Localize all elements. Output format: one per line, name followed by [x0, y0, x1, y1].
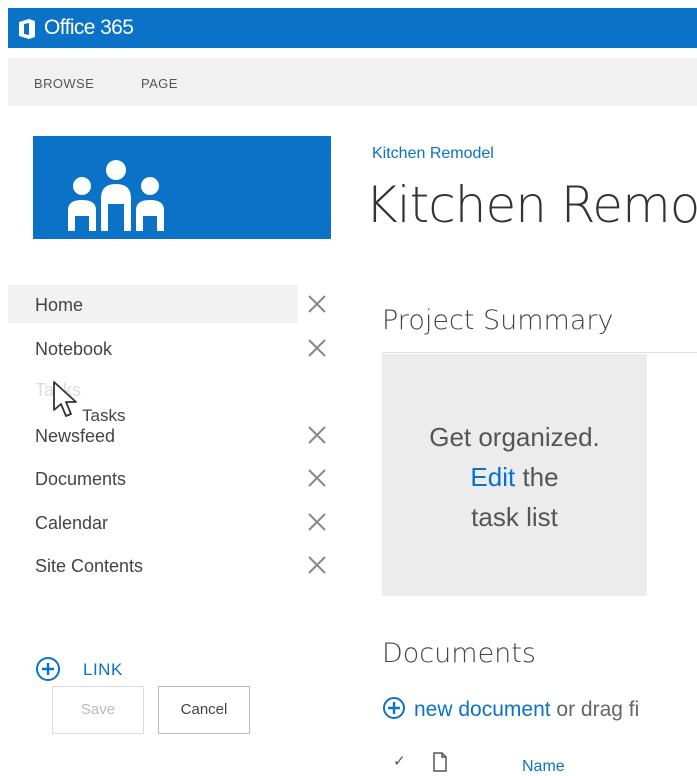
breadcrumb[interactable]: Kitchen Remodel — [372, 145, 494, 163]
select-all-check-icon[interactable]: ✓ — [393, 752, 406, 770]
remove-home-icon[interactable] — [305, 292, 329, 316]
office-logo-icon[interactable] — [16, 18, 38, 40]
site-logo[interactable] — [33, 136, 331, 239]
nav-item-home[interactable]: Home — [8, 285, 298, 323]
add-circle-icon[interactable] — [382, 696, 406, 720]
mouse-cursor-icon — [53, 381, 77, 417]
nav-item-site-contents[interactable]: Site Contents — [8, 546, 298, 584]
add-circle-icon — [36, 657, 60, 681]
app-title[interactable]: Office 365 — [44, 16, 134, 40]
add-link-label: LINK — [83, 660, 123, 679]
new-document-link[interactable]: new document — [414, 698, 551, 721]
nav-item-newsfeed[interactable]: Newsfeed — [8, 416, 298, 454]
remove-notebook-icon[interactable] — [305, 336, 329, 360]
nav-item-label: Notebook — [35, 339, 113, 359]
nav-item-notebook[interactable]: Notebook — [8, 329, 298, 367]
summary-line-1: Get organized. — [429, 422, 600, 452]
summary-the-text: the — [515, 462, 559, 492]
suite-bar: Office 365 — [8, 8, 697, 48]
people-group-icon — [68, 160, 164, 231]
nav-item-label: Site Contents — [35, 556, 144, 576]
nav-item-label: Calendar — [35, 513, 109, 533]
summary-line-2: Edit the — [382, 462, 647, 493]
document-type-icon — [433, 752, 447, 772]
tab-browse[interactable]: BROWSE — [34, 76, 94, 91]
remove-newsfeed-icon[interactable] — [305, 423, 329, 447]
page-title: Kitchen Remo — [365, 176, 697, 234]
column-header-name[interactable]: Name — [522, 758, 565, 776]
tab-page[interactable]: PAGE — [141, 76, 178, 91]
project-summary-title: Project Summary — [382, 305, 614, 336]
summary-line-3: task list — [471, 502, 558, 532]
nav-item-label: Newsfeed — [35, 426, 116, 446]
nav-item-calendar[interactable]: Calendar — [8, 503, 298, 541]
save-button[interactable]: Save — [52, 686, 144, 734]
nav-item-documents[interactable]: Documents — [8, 459, 298, 497]
documents-title: Documents — [382, 638, 536, 669]
nav-item-label: Documents — [35, 469, 127, 489]
remove-documents-icon[interactable] — [305, 466, 329, 490]
new-document-row: new document or drag fi — [382, 696, 639, 722]
drag-files-text: or drag fi — [550, 698, 640, 721]
summary-divider — [382, 352, 697, 353]
remove-calendar-icon[interactable] — [305, 510, 329, 534]
ribbon: BROWSE PAGE — [8, 58, 697, 106]
project-summary-panel: Get organized. Edit the task list — [382, 354, 647, 596]
edit-task-list-link[interactable]: Edit — [470, 462, 515, 492]
remove-site-contents-icon[interactable] — [305, 553, 329, 577]
nav-item-label: Home — [35, 295, 84, 315]
cancel-button[interactable]: Cancel — [158, 686, 250, 734]
